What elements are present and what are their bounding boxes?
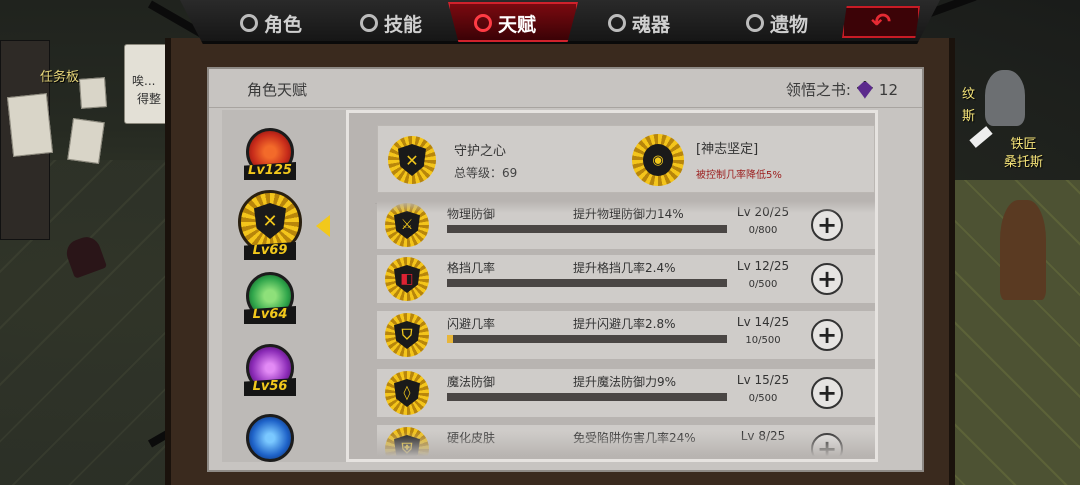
character-icon	[240, 14, 258, 32]
upgrade-plus-button[interactable]: +	[811, 263, 843, 295]
talent-exp: 0/800	[748, 225, 778, 236]
selected-pointer-icon	[316, 215, 330, 237]
tab-label: 遗物	[770, 13, 809, 36]
talent-description: 提升格挡几率2.4%	[573, 261, 676, 275]
talent-progress-bar	[447, 393, 727, 401]
dodge-chance-icon: ⛉	[385, 313, 429, 357]
talent-name: 魔法防御	[447, 375, 496, 389]
talent-level: Lv 15/25	[736, 373, 790, 387]
talent-name: 闪避几率	[447, 317, 496, 331]
npc-name-line: 铁匠	[1010, 137, 1037, 152]
talent-description: 提升物理防御力14%	[573, 207, 684, 221]
title-divider	[209, 107, 922, 108]
tab-character[interactable]: 角色	[240, 6, 302, 40]
tab-label: 技能	[384, 13, 423, 36]
relic-icon	[746, 14, 764, 32]
dialog-text: 得整	[137, 92, 162, 106]
npc-name[interactable]: 铁匠 桑托斯	[1004, 136, 1043, 172]
talent-progress-bar	[447, 279, 727, 287]
tab-skills[interactable]: 技能	[360, 6, 422, 40]
upgrade-plus-button[interactable]: +	[811, 377, 843, 409]
tab-label: 天赋	[498, 13, 537, 36]
npc-partial-text: 纹	[962, 87, 976, 102]
talent-progress-fill	[447, 335, 453, 343]
physical-defense-icon: ⚔	[385, 203, 429, 247]
upgrade-plus-button[interactable]: +	[811, 209, 843, 241]
tab-talent[interactable]: 天赋	[474, 6, 536, 40]
talent-progress-bar	[447, 225, 727, 233]
bonus-description: 被控制几率降低5%	[696, 170, 782, 181]
back-button[interactable]: ↶	[842, 6, 920, 38]
dialog-text: 唉...	[132, 74, 156, 88]
talent-level: Lv 20/25	[736, 205, 790, 219]
back-arrow-icon: ↶	[870, 8, 892, 36]
blacksmith-npc[interactable]	[1000, 200, 1046, 300]
panel-title: 角色天赋	[247, 81, 308, 99]
talent-tree-name: 守护之心	[454, 144, 507, 159]
notice-paper	[78, 77, 108, 109]
talent-total-level: 总等级：69	[454, 166, 518, 180]
hammer-icon	[969, 126, 993, 148]
talent-description: 免受陷阱伤害几率24%	[573, 431, 696, 445]
hero-slot[interactable]: Lv64	[244, 272, 296, 330]
notice-paper	[67, 117, 105, 165]
tab-label: 角色	[264, 13, 303, 36]
talent-description: 提升闪避几率2.8%	[573, 317, 676, 331]
talent-level: Lv 12/25	[736, 259, 790, 273]
talent-row: ◧ 格挡几率 提升格挡几率2.4% Lv 12/25 0/500 +	[377, 255, 875, 303]
talent-detail-area: ✕ 守护之心 总等级：69 ◉ [神志坚定] 被控制几率降低5% ⚔ 物理防御 …	[346, 110, 878, 462]
talent-exp: 10/500	[745, 335, 781, 346]
talent-row: ⚔ 物理防御 提升物理防御力14% Lv 20/25 0/800 +	[377, 201, 875, 249]
talent-icon	[474, 14, 492, 32]
talent-row: ⛨ 硬化皮肤 免受陷阱伤害几率24% Lv 8/25 +	[377, 425, 875, 459]
npc-name-line: 桑托斯	[1004, 155, 1044, 170]
hero-slot[interactable]: Lv56	[244, 344, 296, 402]
talent-name: 格挡几率	[447, 261, 496, 275]
talent-exp: 0/500	[748, 393, 778, 404]
hero-slot-selected[interactable]: ✕ Lv69	[236, 190, 304, 260]
talent-exp: 0/500	[748, 279, 778, 290]
talent-row: ◊ 魔法防御 提升魔法防御力9% Lv 15/25 0/500 +	[377, 369, 875, 417]
npc-partial-text: 斯	[962, 109, 976, 124]
quest-board-label[interactable]: 任务板	[40, 66, 79, 85]
upgrade-plus-button[interactable]: +	[811, 433, 843, 459]
frost-talent-icon	[246, 414, 294, 462]
tab-soul-vessel[interactable]: 魂器	[608, 6, 670, 40]
skill-icon	[360, 14, 378, 32]
talent-name: 物理防御	[447, 207, 496, 221]
insight-book-counter: 领悟之书: 12	[786, 79, 898, 100]
soul-vessel-icon	[608, 14, 626, 32]
block-chance-icon: ◧	[385, 257, 429, 301]
talent-progress-bar	[447, 335, 727, 343]
notice-paper	[6, 93, 54, 157]
book-label: 领悟之书:	[785, 81, 851, 99]
talent-level: Lv 14/25	[736, 315, 790, 329]
talent-row: ⛉ 闪避几率 提升闪避几率2.8% Lv 14/25 10/500 +	[377, 311, 875, 359]
hardened-skin-icon: ⛨	[385, 427, 429, 459]
resolve-bonus-icon: ◉	[632, 134, 684, 186]
guardian-heart-icon: ✕	[388, 136, 436, 184]
upgrade-plus-button[interactable]: +	[811, 319, 843, 351]
magic-defense-icon: ◊	[385, 371, 429, 415]
talent-level: Lv 8/25	[740, 429, 786, 443]
tab-label: 魂器	[632, 13, 671, 36]
talent-summary: ✕ 守护之心 总等级：69 ◉ [神志坚定] 被控制几率降低5%	[377, 125, 875, 193]
purple-gem-icon	[856, 80, 873, 99]
tab-relics[interactable]: 遗物	[746, 6, 808, 40]
hero-slot[interactable]	[244, 414, 296, 472]
talent-description: 提升魔法防御力9%	[573, 375, 677, 389]
bonus-name: [神志坚定]	[696, 142, 759, 157]
statue	[985, 70, 1025, 126]
book-count: 12	[878, 80, 898, 99]
hero-slot[interactable]: Lv125	[244, 128, 296, 186]
talent-name: 硬化皮肤	[447, 431, 496, 445]
